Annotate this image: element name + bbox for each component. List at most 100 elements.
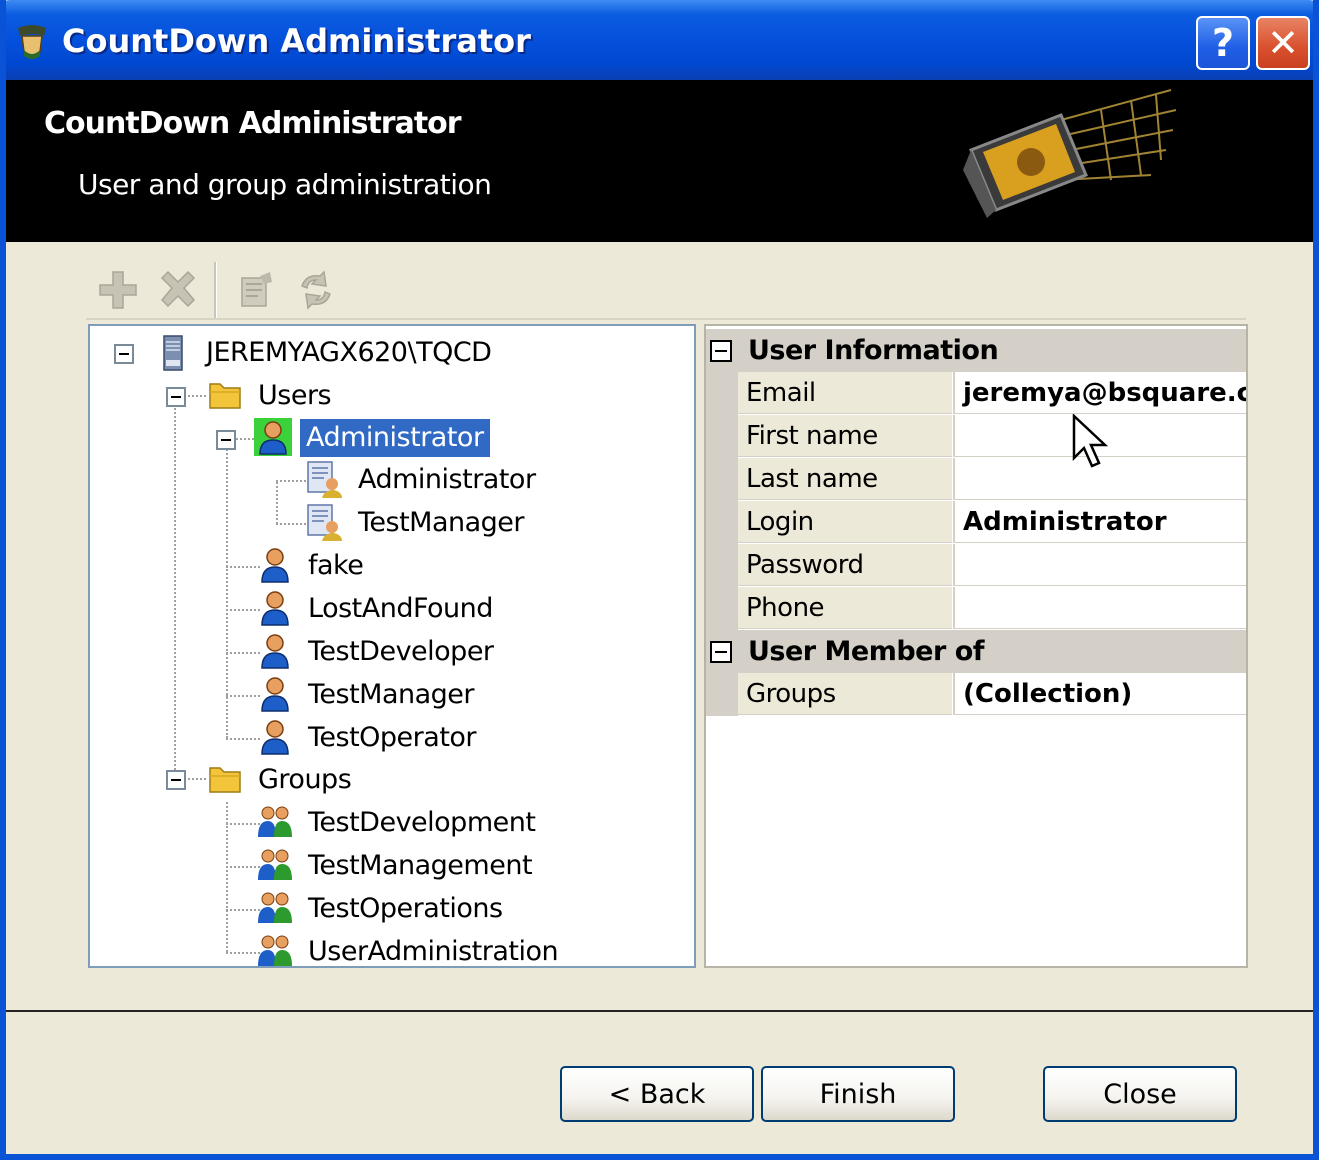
help-button[interactable]: ? [1196,16,1250,70]
footer-separator [6,1010,1313,1012]
user-group-tree[interactable]: JEREMYAGX620\TQCD Users Administrator Ad… [88,324,696,968]
tree-line [184,778,206,780]
property-name: First name [738,415,952,457]
user-icon [261,548,289,583]
property-name: Last name [738,458,952,500]
property-name: Groups [738,673,952,715]
tree-line [226,695,260,697]
property-row-last-name[interactable]: Last name [706,458,1246,501]
banner-subtitle: User and group administration [78,168,492,201]
tree-node-groups[interactable]: Groups [252,760,357,800]
tree-line [226,866,260,868]
close-window-button[interactable]: ✕ [1256,16,1310,70]
tree-member-group-label: Administrator [358,464,536,495]
property-row-password[interactable]: Password [706,544,1246,587]
tree-node-group[interactable]: UserAdministration [302,932,564,967]
banner-title: CountDown Administrator [44,106,462,141]
property-row-first-name[interactable]: First name [706,415,1246,458]
user-icon [261,677,289,712]
group-icon [258,849,292,880]
plus-icon[interactable] [96,268,140,312]
property-value[interactable]: jeremya@bsquare.c [953,372,1246,414]
tree-collapse-users[interactable] [166,387,186,407]
tree-collapse-administrator[interactable] [216,430,236,450]
property-value[interactable] [953,544,1246,586]
tree-user-label: LostAndFound [308,593,493,624]
property-row-phone[interactable]: Phone [706,587,1246,630]
tree-selected-user-label: Administrator [300,419,490,457]
tree-line [226,652,260,654]
tree-line [226,909,260,911]
tree-node-selected-user[interactable]: Administrator [300,418,490,458]
title-bar[interactable]: CountDown Administrator ? ✕ [6,0,1313,80]
tree-node-user[interactable]: LostAndFound [302,589,499,629]
tree-node-group[interactable]: TestOperations [302,889,509,929]
tree-root-label: JEREMYAGX620\TQCD [206,337,492,368]
header-banner: CountDown Administrator User and group a… [6,80,1313,242]
tree-line [226,438,228,738]
tree-node-user[interactable]: TestOperator [302,718,482,758]
toolbar [86,262,1246,320]
user-icon [254,418,292,456]
tree-user-label: TestManager [308,679,475,710]
property-row-email[interactable]: Email jeremya@bsquare.c [706,372,1246,415]
mouse-cursor-icon [1072,414,1108,468]
close-button[interactable]: Close [1043,1066,1237,1122]
category-label: User Information [748,335,999,366]
tree-group-label: TestOperations [308,893,503,924]
tree-groups-label: Groups [258,764,352,795]
tree-node-group[interactable]: TestManagement [302,846,538,886]
properties-icon[interactable] [234,268,278,312]
tree-collapse-root[interactable] [114,344,134,364]
user-group-icon [307,504,342,541]
property-value[interactable]: (Collection) [953,673,1246,715]
tree-line [226,738,260,740]
group-icon [258,935,292,966]
user-group-icon [307,461,342,498]
category-collapse-icon[interactable] [710,340,732,362]
tree-node-user[interactable]: TestManager [302,675,480,715]
property-grid[interactable]: User Information Email jeremya@bsquare.c… [704,324,1248,968]
tree-node-group[interactable]: TestDevelopment [302,803,541,843]
category-collapse-icon[interactable] [710,641,732,663]
folder-icon [209,383,241,409]
property-value[interactable]: Administrator [953,501,1246,543]
tree-user-label: fake [308,550,364,581]
tree-line [174,396,176,786]
delete-x-icon[interactable] [156,268,200,312]
property-value[interactable] [953,587,1246,629]
folder-icon [209,767,241,793]
refresh-icon[interactable] [294,268,338,312]
category-label: User Member of [748,636,985,667]
category-user-information[interactable]: User Information [706,329,1246,372]
app-icon [18,25,46,59]
tree-node-member-group[interactable]: Administrator [352,460,542,500]
property-name: Phone [738,587,952,629]
tree-line [276,523,306,525]
tree-line [276,480,306,482]
property-row-groups[interactable]: Groups (Collection) [706,673,1246,716]
user-icon [261,634,289,669]
tree-line [184,395,206,397]
tree-collapse-groups[interactable] [166,770,186,790]
category-user-member-of[interactable]: User Member of [706,630,1246,673]
property-name: Password [738,544,952,586]
toolbar-separator [214,262,217,320]
tree-node-root[interactable]: JEREMYAGX620\TQCD [200,333,497,373]
back-button[interactable]: < Back [560,1066,754,1122]
group-icon [258,892,292,923]
tree-user-label: TestOperator [308,722,477,753]
tree-member-group-label: TestManager [358,507,525,538]
tree-group-label: UserAdministration [308,936,559,967]
tree-node-user[interactable]: TestDeveloper [302,632,500,672]
server-icon [163,335,183,371]
finish-button[interactable]: Finish [761,1066,955,1122]
tree-node-user[interactable]: fake [302,546,369,586]
tree-node-member-group[interactable]: TestManager [352,503,530,543]
tree-line [226,609,260,611]
tree-line [226,823,260,825]
tree-node-users[interactable]: Users [252,376,337,416]
property-row-login[interactable]: Login Administrator [706,501,1246,544]
group-icon [258,806,292,837]
tree-line [226,566,260,568]
